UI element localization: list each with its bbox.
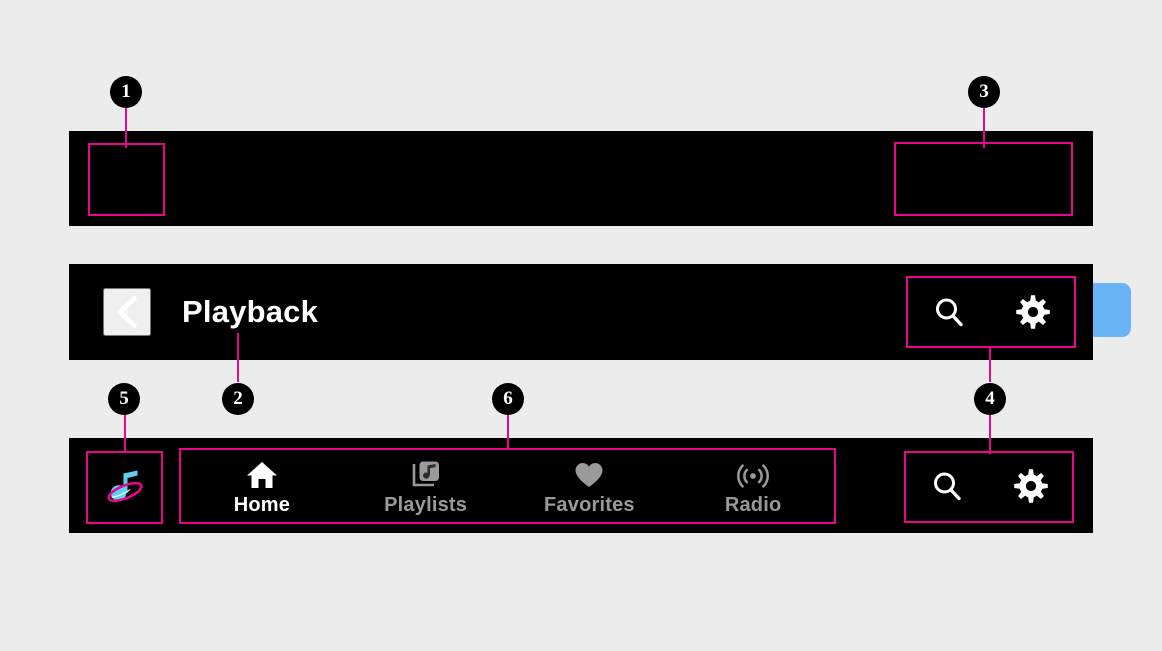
annotation-badge-2: 2 [222,383,254,415]
gear-icon [1015,294,1051,330]
header-search-button[interactable] [926,289,972,335]
tab-home-label: Home [233,493,291,516]
header-back-button[interactable] [103,288,151,336]
annotation-badge-5: 5 [108,383,140,415]
annotation-badge-1: 1 [110,76,142,108]
annotation-badge-3: 3 [968,76,1000,108]
tab-list: Home Playlists Favorites Radio [180,449,835,525]
tab-favorites[interactable]: Favorites [508,449,672,525]
header-actions [907,277,1075,347]
heart-icon [573,460,605,490]
tab-playlists[interactable]: Playlists [344,449,508,525]
annotation-badge-4: 4 [974,383,1006,415]
tabbar-search-button[interactable] [924,463,970,509]
annotation-badge-6: 6 [492,383,524,415]
page-title: Playback [182,294,319,329]
tab-radio-label: Radio [724,493,782,516]
screenshot-canvas: Next Playback [0,0,1162,651]
tab-favorites-label: Favorites [544,493,635,516]
search-icon [930,469,964,503]
tab-home[interactable]: Home [180,449,344,525]
search-icon [932,295,966,329]
orbit-music-note-logo-icon [100,462,150,512]
tab-radio[interactable]: Radio [671,449,835,525]
wizard-toolbar: Next [69,131,1131,347]
chevron-left-icon [113,294,141,330]
header-settings-button[interactable] [1010,289,1056,335]
radio-waves-icon [737,460,770,490]
home-icon [246,460,278,490]
tabbar-settings-button[interactable] [1008,463,1054,509]
playlists-icon [410,460,442,490]
tab-playlists-label: Playlists [384,493,468,516]
app-logo[interactable] [99,461,151,513]
tabbar-actions [905,452,1073,520]
gear-icon [1013,468,1049,504]
